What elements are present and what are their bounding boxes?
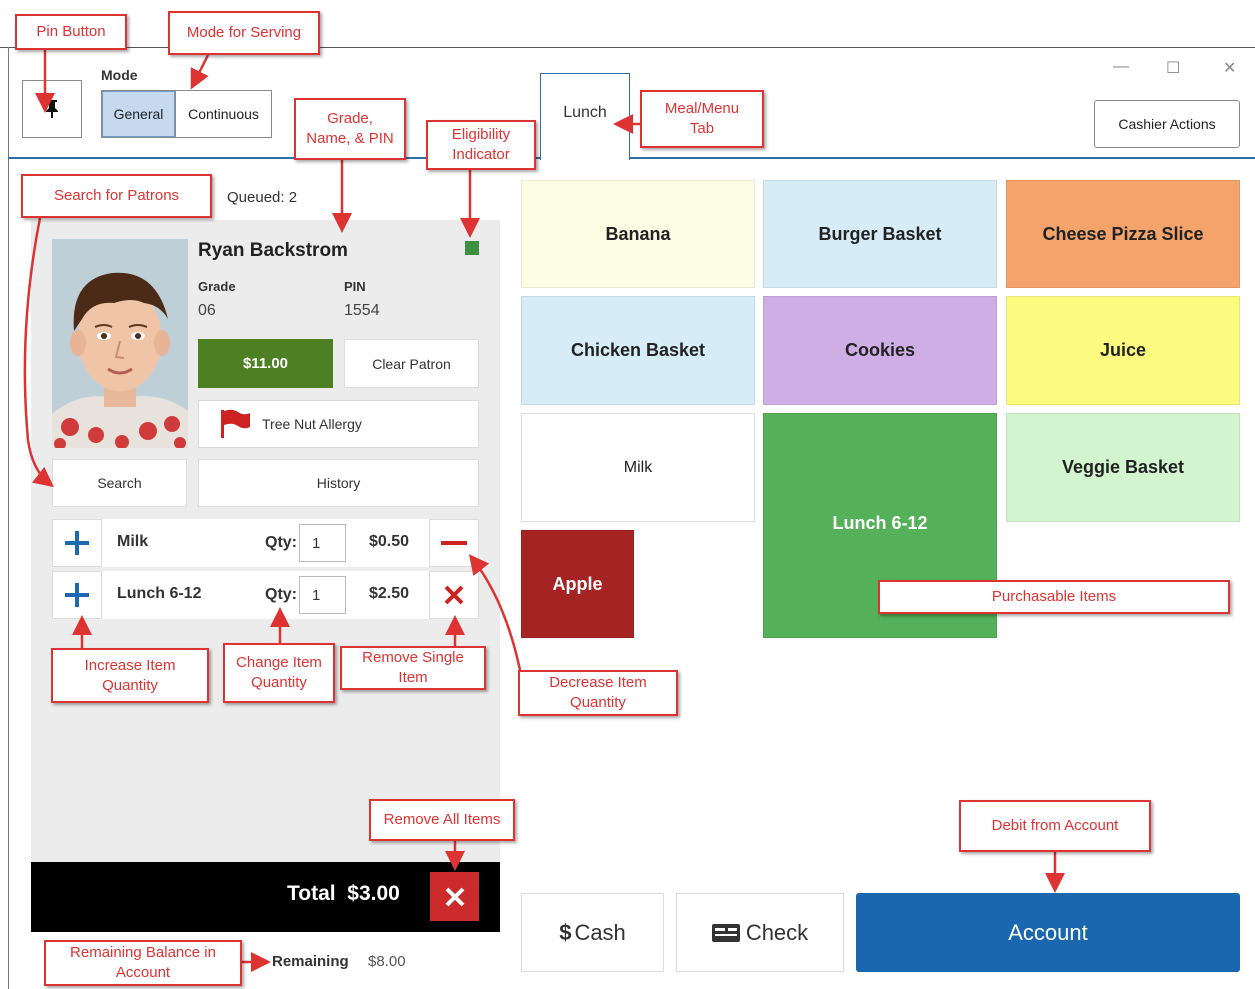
menu-item-cheese-pizza-slice[interactable]: Cheese Pizza Slice xyxy=(1006,180,1240,288)
tab-lunch[interactable]: Lunch xyxy=(540,73,630,160)
total-label: Total xyxy=(287,882,336,905)
patron-portrait-image xyxy=(52,239,188,448)
mode-continuous-option[interactable]: Continuous xyxy=(175,91,271,137)
queued-count: Queued: 2 xyxy=(227,189,298,206)
callout-eligibility-indicator: Eligibility Indicator xyxy=(426,120,536,170)
grade-value: 06 xyxy=(198,302,216,319)
mode-label: Mode xyxy=(101,67,138,83)
menu-item-juice[interactable]: Juice xyxy=(1006,296,1240,405)
menu-item-chicken-basket[interactable]: Chicken Basket xyxy=(521,296,755,405)
remove-item-button[interactable] xyxy=(429,571,479,619)
menu-item-label: Chicken Basket xyxy=(570,340,706,360)
minus-icon xyxy=(441,541,467,545)
menu-item-label: Veggie Basket xyxy=(1061,457,1185,477)
callout-change-item-quantity: Change Item Quantity xyxy=(223,643,335,703)
callout-mode-for-serving: Mode for Serving xyxy=(168,11,320,55)
search-button[interactable]: Search xyxy=(52,459,187,507)
callout-purchasable-items: Purchasable Items xyxy=(878,580,1230,614)
qty-label: Qty: xyxy=(265,534,297,551)
cart-item-name: Lunch 6-12 xyxy=(117,585,202,602)
check-button[interactable]: Check xyxy=(676,893,844,972)
minimize-icon[interactable]: — xyxy=(1113,58,1129,76)
callout-grade-name-pin: Grade, Name, & PIN xyxy=(294,98,406,160)
plus-icon xyxy=(65,583,89,607)
callout-remove-single-item: Remove Single Item xyxy=(340,646,486,690)
x-icon xyxy=(445,887,464,906)
cart-item-name: Milk xyxy=(117,533,149,550)
check-label: Check xyxy=(745,919,809,945)
pin-button[interactable] xyxy=(22,80,82,138)
mode-general-option[interactable]: General xyxy=(102,91,175,137)
qty-label: Qty: xyxy=(265,586,297,603)
plus-icon xyxy=(65,531,89,555)
account-button[interactable]: Account xyxy=(856,893,1240,972)
cash-button[interactable]: $ Cash xyxy=(521,893,664,972)
menu-item-banana[interactable]: Banana xyxy=(521,180,755,288)
menu-item-apple[interactable]: Apple xyxy=(521,530,634,638)
balance-button[interactable]: $11.00 xyxy=(198,339,333,388)
allergy-alert[interactable]: Tree Nut Allergy xyxy=(198,400,479,448)
quantity-input[interactable]: 1 xyxy=(299,576,346,614)
maximize-icon[interactable]: ☐ xyxy=(1166,58,1180,78)
patron-name: Ryan Backstrom xyxy=(198,240,348,261)
menu-item-label: Juice xyxy=(1099,340,1147,360)
callout-search-patrons: Search for Patrons xyxy=(21,174,212,218)
cash-label: Cash xyxy=(574,919,626,945)
callout-increase-item-quantity: Increase Item Quantity xyxy=(51,648,209,703)
total-amount: $3.00 xyxy=(347,882,400,905)
pin-label: PIN xyxy=(344,279,366,294)
remaining-amount: $8.00 xyxy=(368,953,406,970)
grade-label: Grade xyxy=(198,279,236,294)
decrease-quantity-button[interactable] xyxy=(429,519,479,567)
cart-item-price: $2.50 xyxy=(369,585,410,602)
callout-decrease-item-quantity: Decrease Item Quantity xyxy=(518,670,678,716)
menu-item-label: Lunch 6-12 xyxy=(832,513,928,533)
mode-selector: General Continuous xyxy=(101,90,272,138)
menu-item-label: Milk xyxy=(623,458,653,476)
menu-item-label: Cookies xyxy=(844,340,916,360)
cart-item-price: $0.50 xyxy=(369,533,410,550)
increase-quantity-button[interactable] xyxy=(52,571,102,619)
increase-quantity-button[interactable] xyxy=(52,519,102,567)
clear-patron-button[interactable]: Clear Patron xyxy=(344,339,479,388)
flag-icon xyxy=(221,409,250,438)
callout-remove-all-items: Remove All Items xyxy=(369,799,515,841)
menu-item-burger-basket[interactable]: Burger Basket xyxy=(763,180,997,288)
check-card-icon xyxy=(711,923,740,942)
history-button[interactable]: History xyxy=(198,459,479,507)
eligibility-indicator xyxy=(465,241,479,255)
menu-item-label: Burger Basket xyxy=(818,223,942,244)
menu-item-cookies[interactable]: Cookies xyxy=(763,296,997,405)
menu-item-veggie-basket[interactable]: Veggie Basket xyxy=(1006,413,1240,522)
menu-item-label: Apple xyxy=(552,573,603,594)
callout-debit-from-account: Debit from Account xyxy=(959,800,1151,852)
close-window-icon[interactable]: ✕ xyxy=(1223,58,1236,78)
allergy-label: Tree Nut Allergy xyxy=(262,416,362,432)
callout-remaining-balance: Remaining Balance in Account xyxy=(44,940,242,986)
x-icon xyxy=(444,585,464,605)
menu-item-label: Banana xyxy=(605,223,671,244)
callout-pin-button: Pin Button xyxy=(15,14,127,50)
pin-value: 1554 xyxy=(344,302,380,319)
patron-photo xyxy=(52,239,188,448)
total-display: Total $3.00 xyxy=(287,882,400,906)
quantity-input[interactable]: 1 xyxy=(299,524,346,562)
dollar-icon: $ xyxy=(559,919,572,945)
menu-item-milk[interactable]: Milk xyxy=(521,413,755,522)
remove-all-button[interactable] xyxy=(430,872,479,921)
callout-meal-menu-tab: Meal/Menu Tab xyxy=(640,90,764,148)
menu-item-label: Cheese Pizza Slice xyxy=(1042,223,1204,244)
window-left-border xyxy=(8,47,9,989)
remaining-label: Remaining xyxy=(272,953,349,970)
cashier-actions-button[interactable]: Cashier Actions xyxy=(1094,100,1240,148)
pushpin-icon xyxy=(46,100,58,118)
tab-strip-baseline xyxy=(8,157,1255,159)
